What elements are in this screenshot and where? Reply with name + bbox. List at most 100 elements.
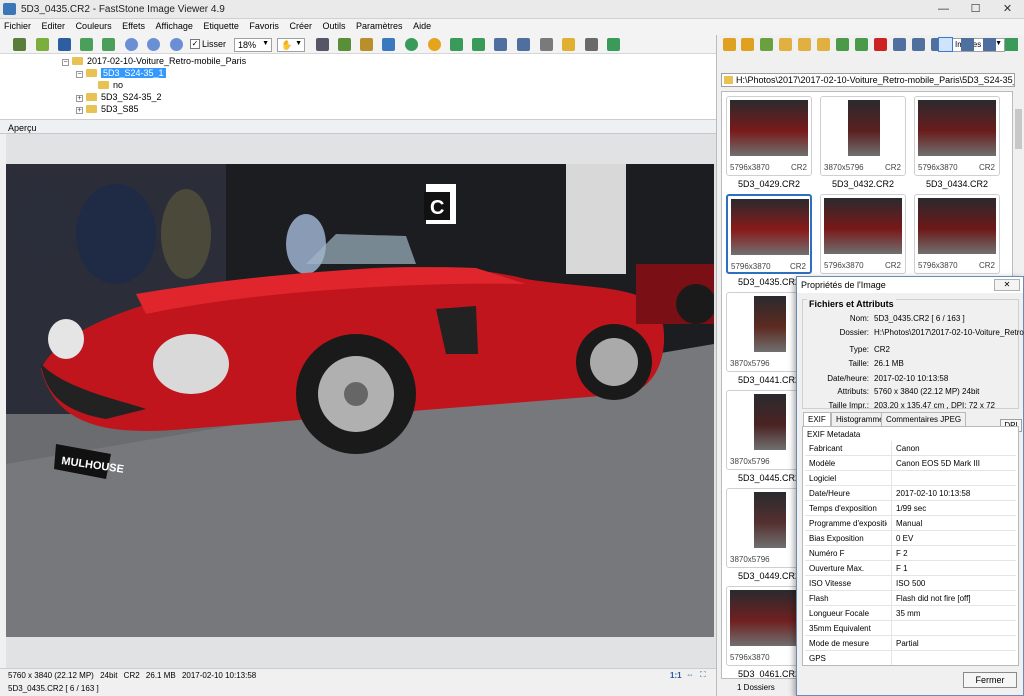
menu-couleurs[interactable]: Couleurs — [72, 19, 116, 31]
expand-icon[interactable]: + — [76, 107, 83, 114]
folder-icon — [86, 105, 97, 113]
draw-icon[interactable] — [540, 38, 553, 51]
thumbnail[interactable]: 5796x3870 CR2 — [726, 194, 812, 274]
exif-value: Manual — [891, 516, 922, 531]
collapse-icon[interactable]: − — [76, 71, 83, 78]
maximize-button[interactable]: ☐ — [960, 0, 991, 19]
email-icon[interactable] — [562, 38, 575, 51]
back-icon[interactable] — [723, 38, 736, 51]
thumbnail[interactable]: 5796x3870 CR2 — [726, 96, 812, 176]
exif-value: 0 EV — [891, 531, 913, 546]
zoom-in-icon[interactable] — [125, 38, 138, 51]
user-icon[interactable] — [405, 38, 418, 51]
thumbnail[interactable]: 5796x3870 CR2 — [914, 194, 1000, 274]
thumbnail-dimensions: 5796x3870 — [918, 261, 958, 270]
up-folder-icon[interactable] — [760, 38, 773, 51]
hand-icon: ✋ — [281, 40, 293, 50]
forward-icon[interactable] — [741, 38, 754, 51]
path-combo[interactable]: H:\Photos\2017\2017-02-10-Voiture_Retro-… — [721, 73, 1015, 87]
exif-key: 35mm Equivalent — [809, 624, 871, 633]
next-icon[interactable] — [102, 38, 115, 51]
collapse-icon[interactable]: − — [62, 59, 69, 66]
sun-icon[interactable] — [428, 38, 441, 51]
exif-value — [891, 651, 896, 665]
fit-icon[interactable]: ⇔ — [686, 670, 694, 679]
zoom-out-icon[interactable] — [147, 38, 160, 51]
preview-label: Aperçu — [8, 123, 37, 133]
status-format: CR2 — [123, 671, 140, 680]
tree-item-s24-35-2[interactable]: +5D3_S24-35_2 — [76, 91, 162, 103]
color-icon[interactable] — [382, 38, 395, 51]
layout-thumbs-icon[interactable] — [961, 38, 974, 51]
print-icon[interactable] — [585, 38, 598, 51]
rotate-right-icon[interactable] — [472, 38, 485, 51]
slideshow-icon[interactable] — [517, 38, 530, 51]
move-to-icon[interactable] — [855, 38, 868, 51]
preview-image[interactable]: MULHOUSE C — [6, 164, 714, 637]
close-button[interactable]: ✕ — [992, 0, 1023, 19]
actual-size-icon[interactable] — [170, 38, 183, 51]
menu-outils[interactable]: Outils — [318, 19, 349, 31]
expand-icon[interactable]: + — [76, 95, 83, 102]
thumbnail-view-icon[interactable] — [893, 38, 906, 51]
exif-row: GPS — [805, 651, 1016, 665]
menu-editer[interactable]: Editer — [38, 19, 70, 31]
menu-creer[interactable]: Créer — [285, 19, 316, 31]
camera-icon[interactable] — [13, 38, 26, 51]
hand-tool-select[interactable]: ✋ ▼ — [277, 38, 305, 52]
scrollbar-thumb[interactable] — [1015, 109, 1022, 149]
menu-aide[interactable]: Aide — [409, 19, 435, 31]
file-attributes-group: Fichiers et Attributs Nom: 5D3_0435.CR2 [… — [802, 299, 1024, 432]
menu-effets[interactable]: Effets — [118, 19, 149, 31]
fullscreen-icon[interactable] — [1005, 38, 1018, 51]
rotate-left-icon[interactable] — [450, 38, 463, 51]
layout-browser-icon[interactable] — [938, 37, 953, 52]
open-folder-icon[interactable] — [36, 38, 49, 51]
thumbnail-filename: 5D3_0434.CR2 — [925, 179, 989, 189]
fullscreen-icon[interactable]: ⛶ — [700, 670, 706, 680]
close-dialog-button[interactable]: Fermer — [963, 672, 1017, 688]
refresh-icon[interactable] — [836, 38, 849, 51]
menu-favoris[interactable]: Favoris — [245, 19, 283, 31]
save-icon[interactable] — [58, 38, 71, 51]
preview-header: Aperçu — [0, 120, 716, 134]
status-dimensions: 5760 x 3840 (22.12 MP) — [8, 671, 94, 680]
menu-parametres[interactable]: Paramètres — [352, 19, 407, 31]
copy-to-icon[interactable] — [817, 38, 830, 51]
menu-fichier[interactable]: Fichier — [0, 19, 35, 31]
tree-item-no[interactable]: no — [98, 79, 123, 91]
folder-icon — [98, 81, 109, 89]
layout-preview-icon[interactable] — [983, 38, 996, 51]
filter-select[interactable]: Images▼ — [951, 38, 1005, 52]
image-edit-icon[interactable] — [360, 38, 373, 51]
tree-item-label: 5D3_S85 — [101, 104, 139, 114]
minimize-button[interactable]: — — [928, 0, 959, 19]
delete-icon[interactable] — [874, 38, 887, 51]
crop-icon[interactable] — [316, 38, 329, 51]
compare-icon[interactable] — [494, 38, 507, 51]
tab-histogramme[interactable]: Histogramme — [831, 412, 889, 426]
thumbnail[interactable]: 5796x3870 CR2 — [820, 194, 906, 274]
zoom-value: 18% — [238, 40, 257, 50]
list-view-icon[interactable] — [912, 38, 925, 51]
new-folder-icon[interactable] — [798, 38, 811, 51]
tab-commentaires-jpeg[interactable]: Commentaires JPEG — [881, 412, 967, 426]
menu-etiquette[interactable]: Etiquette — [199, 19, 243, 31]
zoom-ratio[interactable]: 1:1 — [670, 671, 682, 680]
thumbnail-image — [848, 100, 880, 156]
zoom-select[interactable]: 18% ▼ — [234, 38, 272, 52]
car-photo: MULHOUSE C — [6, 164, 714, 637]
tab-exif[interactable]: EXIF — [803, 412, 831, 427]
menu-affichage[interactable]: Affichage — [151, 19, 196, 31]
smooth-checkbox[interactable]: ✓ — [190, 39, 200, 49]
tree-item-selected[interactable]: − 5D3_S24-35_1 — [76, 67, 166, 79]
thumbnail[interactable]: 5796x3870 CR2 — [914, 96, 1000, 176]
folder-icon[interactable] — [779, 38, 792, 51]
previous-icon[interactable] — [80, 38, 93, 51]
settings-icon[interactable] — [607, 38, 620, 51]
dialog-close-button[interactable]: ✕ — [994, 279, 1020, 291]
thumbnail[interactable]: 3870x5796 CR2 — [820, 96, 906, 176]
tree-item-s85[interactable]: +5D3_S85 — [76, 103, 139, 115]
resize-icon[interactable] — [338, 38, 351, 51]
tree-item-parent[interactable]: − 2017-02-10-Voiture_Retro-mobile_Paris — [62, 55, 246, 67]
